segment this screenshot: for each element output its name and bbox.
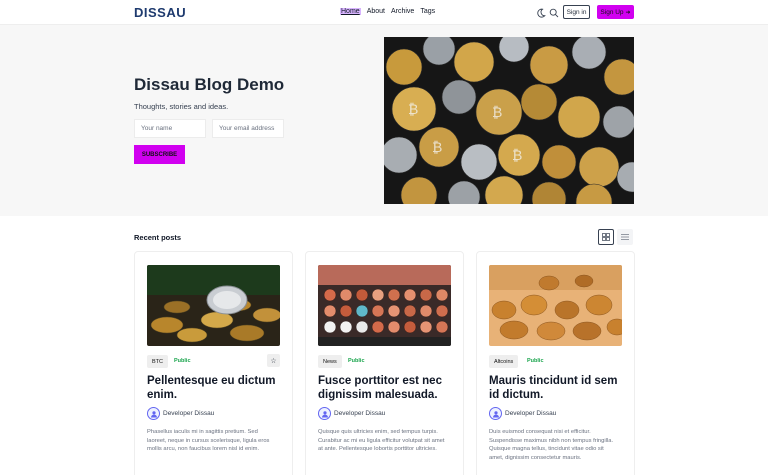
post-author[interactable]: Developer Dissau bbox=[489, 407, 556, 420]
signin-button[interactable]: Sign in bbox=[563, 5, 590, 19]
avatar bbox=[147, 407, 160, 420]
post-title[interactable]: Mauris tincidunt id sem id dictum. bbox=[489, 374, 629, 402]
nav-archive[interactable]: Archive bbox=[391, 8, 414, 15]
author-name: Developer Dissau bbox=[163, 410, 215, 417]
author-name: Developer Dissau bbox=[334, 410, 386, 417]
avatar bbox=[489, 407, 502, 420]
search-icon[interactable] bbox=[548, 6, 560, 18]
signup-label: Sign Up bbox=[600, 8, 624, 16]
post-title[interactable]: Fusce porttitor est nec dignissim malesu… bbox=[318, 374, 458, 402]
dark-mode-icon[interactable] bbox=[535, 6, 547, 18]
post-excerpt: Duis euismod consequat nisi et efficitur… bbox=[489, 429, 614, 461]
svg-text:₿: ₿ bbox=[432, 140, 442, 156]
list-view-icon[interactable] bbox=[617, 229, 633, 245]
post-card[interactable]: News Public Fusce porttitor est nec dign… bbox=[305, 251, 464, 475]
visibility-badge: Public bbox=[174, 358, 191, 364]
post-tag[interactable]: Altcoins bbox=[489, 355, 519, 368]
top-navbar: DISSAU Home About Archive Tags Sign in S… bbox=[0, 0, 768, 25]
nav-about[interactable]: About bbox=[367, 8, 385, 15]
post-author[interactable]: Developer Dissau bbox=[318, 407, 385, 420]
subscribe-button[interactable]: SUBSCRIBE bbox=[134, 145, 185, 164]
svg-text:₿: ₿ bbox=[512, 148, 522, 164]
name-input[interactable]: Your name bbox=[134, 119, 206, 138]
signup-button[interactable]: Sign Up ➜ bbox=[597, 5, 634, 19]
post-title[interactable]: Pellentesque eu dictum enim. bbox=[147, 374, 287, 402]
post-excerpt: Quisque quis ultricies enim, sed tempus … bbox=[318, 429, 445, 452]
arrow-right-icon: ➜ bbox=[625, 9, 631, 16]
grid-view-icon[interactable] bbox=[598, 229, 614, 245]
svg-text:₿: ₿ bbox=[492, 105, 502, 121]
post-image[interactable] bbox=[318, 265, 451, 346]
site-logo[interactable]: DISSAU bbox=[134, 5, 186, 20]
nav-home[interactable]: Home bbox=[340, 8, 361, 15]
recent-posts-heading: Recent posts bbox=[134, 233, 182, 242]
post-tag[interactable]: News bbox=[318, 355, 342, 368]
hero-title: Dissau Blog Demo bbox=[134, 75, 285, 94]
author-name: Developer Dissau bbox=[505, 410, 557, 417]
visibility-badge: Public bbox=[527, 358, 544, 364]
main-nav: Home About Archive Tags bbox=[340, 8, 435, 15]
svg-text:₿: ₿ bbox=[408, 102, 418, 118]
post-card[interactable]: BTC Public ☆ Pellentesque eu dictum enim… bbox=[134, 251, 293, 475]
email-input[interactable]: Your email address bbox=[212, 119, 284, 138]
post-image[interactable] bbox=[147, 265, 280, 346]
hero-subtitle: Thoughts, stories and ideas. bbox=[134, 102, 229, 111]
post-image[interactable] bbox=[489, 265, 622, 346]
post-card[interactable]: Altcoins Public Mauris tincidunt id sem … bbox=[476, 251, 635, 475]
avatar bbox=[318, 407, 331, 420]
nav-tags[interactable]: Tags bbox=[420, 8, 435, 15]
post-tag[interactable]: BTC bbox=[147, 355, 168, 368]
star-icon[interactable]: ☆ bbox=[267, 354, 280, 367]
visibility-badge: Public bbox=[348, 358, 365, 364]
hero-section: Dissau Blog Demo Thoughts, stories and i… bbox=[0, 25, 768, 216]
hero-coins-image: ₿ ₿ ₿ ₿ bbox=[384, 37, 634, 204]
post-excerpt: Phasellus iaculis mi in sagittis pretium… bbox=[147, 429, 270, 452]
post-author[interactable]: Developer Dissau bbox=[147, 407, 214, 420]
